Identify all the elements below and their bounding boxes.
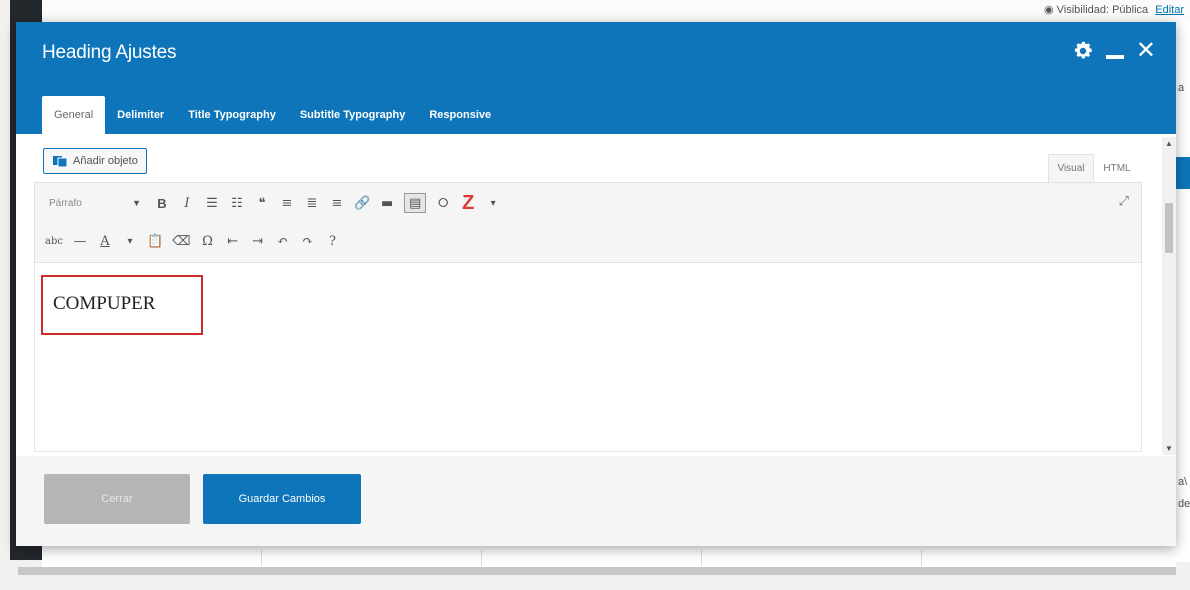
eye-icon: ◉: [1043, 4, 1054, 16]
editor-content-area[interactable]: COMPUPER: [35, 263, 1141, 451]
toolbar-toggle-icon[interactable]: ▤: [404, 193, 427, 213]
settings-tabs: General Delimiter Title Typography Subti…: [42, 90, 503, 134]
minimize-icon[interactable]: [1105, 55, 1124, 59]
shortcode-icon[interactable]: ⭘: [435, 193, 451, 213]
save-changes-button[interactable]: Guardar Cambios: [203, 474, 361, 524]
link-icon[interactable]: 🔗: [354, 193, 370, 213]
visibility-label: Visibilidad: Pública: [1056, 4, 1149, 16]
special-character-icon[interactable]: Ω: [200, 231, 216, 251]
strikethrough-icon[interactable]: abc: [45, 231, 63, 251]
tab-responsive[interactable]: Responsive: [417, 96, 503, 134]
chevron-down-icon: ▼: [132, 198, 141, 208]
outdent-icon[interactable]: ⇤: [225, 231, 241, 251]
visibility-status: ◉ Visibilidad: Pública Editar: [1044, 3, 1184, 16]
modal-scrollbar[interactable]: ▲ ▼: [1162, 137, 1176, 455]
close-button[interactable]: Cerrar: [44, 474, 190, 524]
modal-title: Heading Ajustes: [42, 42, 177, 63]
fullscreen-icon[interactable]: ⤢: [1119, 193, 1129, 209]
add-media-label: Añadir objeto: [73, 155, 138, 167]
format-select-value: Párrafo: [49, 197, 82, 209]
right-fragment-2: a\: [1178, 476, 1188, 488]
clear-formatting-icon[interactable]: ⌫: [172, 231, 190, 251]
background-bottom-strip: [42, 545, 1176, 567]
read-more-icon[interactable]: ▬: [379, 193, 395, 213]
bg-cell: [82, 550, 262, 566]
editor-mode-tabs: Visual HTML: [1048, 154, 1140, 182]
scroll-thumb[interactable]: [1165, 203, 1173, 253]
italic-icon[interactable]: I: [179, 193, 195, 213]
bg-cell: [302, 550, 482, 566]
numbered-list-icon[interactable]: ☷: [229, 193, 245, 213]
help-icon[interactable]: ?: [325, 231, 341, 251]
toolbar-row-2: abc — A ▾ 📋 ⌫ Ω ⇤ ⇥ ↶ ↷ ?: [45, 229, 341, 253]
format-select[interactable]: Párrafo ▼: [45, 192, 145, 214]
bg-cell: [522, 550, 702, 566]
background-right-panel: a a\ de: [1176, 22, 1190, 562]
close-icon[interactable]: ✕: [1136, 39, 1156, 63]
tab-general[interactable]: General: [42, 96, 106, 134]
paste-text-icon[interactable]: 📋: [147, 231, 163, 251]
visibility-edit-link[interactable]: Editar: [1155, 4, 1184, 16]
blockquote-icon[interactable]: ❝: [254, 193, 270, 213]
tab-visual[interactable]: Visual: [1048, 154, 1094, 182]
align-left-icon[interactable]: ≡: [279, 193, 295, 213]
modal-footer: Cerrar Guardar Cambios: [16, 456, 1176, 546]
scroll-up-icon[interactable]: ▲: [1165, 139, 1173, 148]
bold-icon[interactable]: B: [154, 193, 170, 213]
horizontal-scrollbar[interactable]: [18, 567, 1176, 575]
tab-delimiter[interactable]: Delimiter: [105, 96, 176, 134]
undo-icon[interactable]: ↶: [275, 231, 291, 251]
horizontal-line-icon[interactable]: —: [72, 231, 88, 251]
indent-icon[interactable]: ⇥: [250, 231, 266, 251]
bg-cell: [742, 550, 922, 566]
tab-title-typography[interactable]: Title Typography: [176, 96, 288, 134]
wysiwyg-editor: Párrafo ▼ B I ☰ ☷ ❝ ≡ ≣ ≡ 🔗 ▬ ▤ ⭘ Z ▾ ab…: [34, 182, 1142, 452]
tab-html[interactable]: HTML: [1094, 154, 1140, 182]
chevron-down-icon[interactable]: ▾: [122, 231, 138, 251]
z-plugin-icon[interactable]: Z: [460, 192, 476, 214]
right-fragment-3: de: [1178, 498, 1190, 510]
editor-toolbar: Párrafo ▼ B I ☰ ☷ ❝ ≡ ≣ ≡ 🔗 ▬ ▤ ⭘ Z ▾ ab…: [35, 183, 1141, 263]
chevron-down-icon[interactable]: ▾: [485, 193, 501, 213]
scroll-down-icon[interactable]: ▼: [1165, 444, 1173, 453]
gear-icon[interactable]: [1072, 40, 1094, 62]
align-center-icon[interactable]: ≣: [304, 193, 320, 213]
align-right-icon[interactable]: ≡: [329, 193, 345, 213]
tab-subtitle-typography[interactable]: Subtitle Typography: [288, 96, 418, 134]
background-topbar: ◉ Visibilidad: Pública Editar: [42, 0, 1190, 22]
add-media-button[interactable]: Añadir objeto: [43, 148, 147, 174]
background-blue-block: [1176, 157, 1190, 189]
header-actions: ✕: [1072, 39, 1156, 63]
media-icon: [53, 156, 68, 168]
heading-settings-modal: Heading Ajustes ✕ General Delimiter Titl…: [16, 22, 1176, 546]
bullet-list-icon[interactable]: ☰: [204, 193, 220, 213]
heading-content[interactable]: COMPUPER: [41, 275, 203, 335]
right-fragment-1: a: [1178, 82, 1185, 94]
redo-icon[interactable]: ↷: [300, 231, 316, 251]
text-color-icon[interactable]: A: [97, 231, 113, 251]
modal-header: Heading Ajustes ✕ General Delimiter Titl…: [16, 22, 1176, 134]
toolbar-row-1: Párrafo ▼ B I ☰ ☷ ❝ ≡ ≣ ≡ 🔗 ▬ ▤ ⭘ Z ▾: [45, 191, 501, 215]
